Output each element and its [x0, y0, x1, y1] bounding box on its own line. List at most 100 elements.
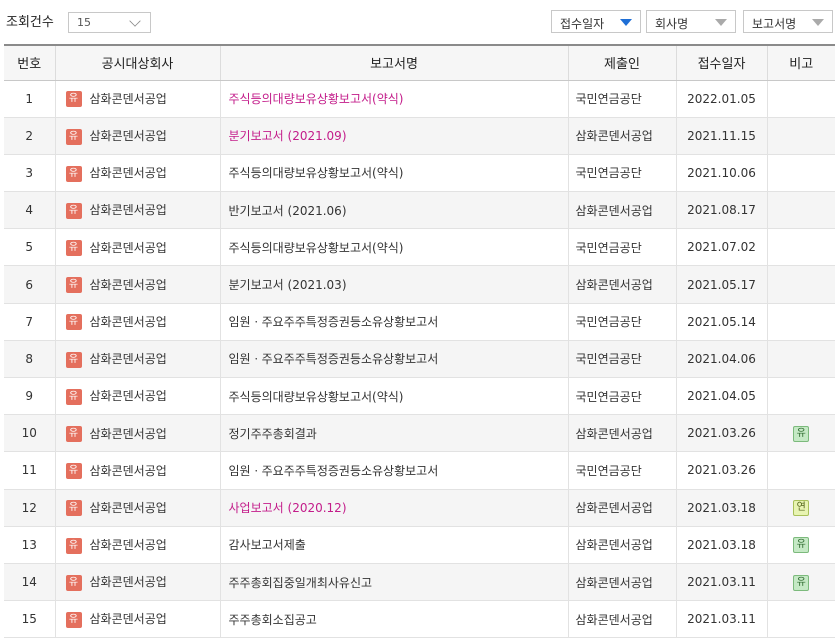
market-badge: 유 [65, 351, 82, 368]
market-badge: 유 [65, 240, 82, 257]
report-cell: 반기보고서 (2021.06) [219, 191, 568, 230]
market-badge: 유 [65, 574, 82, 591]
company-link[interactable]: 삼화콘덴서공업 [90, 464, 167, 478]
sort-company-name-label: 회사명 [655, 17, 689, 31]
report-link[interactable]: 주식등의대량보유상황보고서(약식) [229, 390, 404, 404]
market-badge: 유 [65, 537, 82, 554]
receipt-date: 2021.03.26 [675, 451, 767, 490]
receipt-date: 2021.04.05 [675, 377, 767, 416]
header-report[interactable]: 보고서명 [219, 44, 568, 81]
count-select[interactable]: 15 [68, 12, 151, 33]
sort-report-name-label: 보고서명 [752, 17, 797, 31]
report-link[interactable]: 반기보고서 (2021.06) [229, 204, 347, 218]
company-cell: 유 삼화콘덴서공업 [54, 191, 220, 230]
company-link[interactable]: 삼화콘덴서공업 [90, 278, 167, 292]
company-cell: 유 삼화콘덴서공업 [54, 489, 220, 527]
company-cell: 유 삼화콘덴서공업 [54, 265, 220, 304]
toolbar: 조회건수 15 접수일자 회사명 보고서명 [0, 0, 837, 44]
company-link[interactable]: 삼화콘덴서공업 [90, 389, 167, 403]
submitter-cell: 삼화콘덴서공업 [567, 414, 676, 453]
company-link[interactable]: 삼화콘덴서공업 [90, 501, 167, 515]
market-badge: 유 [65, 277, 82, 294]
submitter-cell: 국민연금공단 [567, 80, 676, 118]
company-cell: 유 삼화콘덴서공업 [54, 117, 220, 155]
company-link[interactable]: 삼화콘덴서공업 [90, 575, 167, 589]
table-row: 5 유 삼화콘덴서공업 주식등의대량보유상황보고서(약식) 국민연금공단 2021.07.… [4, 228, 835, 267]
note-cell [766, 117, 835, 155]
market-badge: 유 [65, 128, 82, 145]
report-link[interactable]: 분기보고서 (2021.03) [229, 278, 347, 292]
table-row: 8 유 삼화콘덴서공업 임원ㆍ주요주주특정증권등소유상황보고서 국민연금공단 2021.0… [4, 340, 835, 379]
submitter-cell: 국민연금공단 [567, 377, 676, 416]
sort-arrow-icon [812, 19, 824, 26]
report-cell: 주식등의대량보유상황보고서(약식) [219, 228, 568, 267]
receipt-date: 2021.03.26 [675, 414, 767, 453]
submitter-cell: 삼화콘덴서공업 [567, 191, 676, 230]
report-link[interactable]: 사업보고서 (2020.12) [229, 501, 347, 515]
header-no[interactable]: 번호 [4, 44, 55, 81]
report-link[interactable]: 임원ㆍ주요주주특정증권등소유상황보고서 [229, 464, 439, 478]
company-cell: 유 삼화콘덴서공업 [54, 228, 220, 267]
note-cell [766, 303, 835, 341]
company-cell: 유 삼화콘덴서공업 [54, 377, 220, 416]
company-link[interactable]: 삼화콘덴서공업 [90, 92, 167, 106]
submitter-cell: 삼화콘덴서공업 [567, 117, 676, 155]
report-link[interactable]: 주식등의대량보유상황보고서(약식) [229, 92, 404, 106]
company-cell: 유 삼화콘덴서공업 [54, 340, 220, 379]
row-number: 4 [4, 191, 55, 230]
report-cell: 주주총회소집공고 [219, 600, 568, 639]
note-cell [766, 228, 835, 267]
row-number: 7 [4, 303, 55, 341]
note-cell [766, 154, 835, 193]
note-cell [766, 600, 835, 639]
company-link[interactable]: 삼화콘덴서공업 [90, 241, 167, 255]
sort-company-name[interactable]: 회사명 [646, 10, 736, 33]
report-link[interactable]: 주식등의대량보유상황보고서(약식) [229, 241, 404, 255]
report-link[interactable]: 임원ㆍ주요주주특정증권등소유상황보고서 [229, 352, 439, 366]
report-cell: 감사보고서제출 [219, 526, 568, 564]
table-row: 12 유 삼화콘덴서공업 사업보고서 (2020.12) 삼화콘덴서공업 2021.03.… [4, 489, 835, 527]
row-number: 15 [4, 600, 55, 639]
table-row: 1 유 삼화콘덴서공업 주식등의대량보유상황보고서(약식) 국민연금공단 2022.01.… [4, 80, 835, 118]
header-submitter[interactable]: 제출인 [567, 44, 676, 81]
chevron-down-icon [129, 15, 141, 27]
header-company[interactable]: 공시대상회사 [54, 44, 220, 81]
note-badge: 유 [793, 425, 810, 442]
company-link[interactable]: 삼화콘덴서공업 [90, 352, 167, 366]
note-cell: 유 [766, 526, 835, 564]
report-link[interactable]: 주주총회소집공고 [229, 613, 317, 627]
report-link[interactable]: 정기주주총회결과 [229, 427, 317, 441]
submitter-cell: 삼화콘덴서공업 [567, 265, 676, 304]
sort-report-name[interactable]: 보고서명 [743, 10, 833, 33]
market-badge: 유 [65, 202, 82, 219]
company-cell: 유 삼화콘덴서공업 [54, 154, 220, 193]
receipt-date: 2021.05.17 [675, 265, 767, 304]
company-link[interactable]: 삼화콘덴서공업 [90, 203, 167, 217]
company-link[interactable]: 삼화콘덴서공업 [90, 538, 167, 552]
note-cell: 유 [766, 563, 835, 602]
report-link[interactable]: 임원ㆍ주요주주특정증권등소유상황보고서 [229, 315, 439, 329]
report-link[interactable]: 주식등의대량보유상황보고서(약식) [229, 166, 404, 180]
market-badge: 유 [65, 500, 82, 517]
market-badge: 유 [65, 165, 82, 182]
header-date[interactable]: 접수일자 [675, 44, 767, 81]
company-link[interactable]: 삼화콘덴서공업 [90, 612, 167, 626]
company-link[interactable]: 삼화콘덴서공업 [90, 315, 167, 329]
sort-receipt-date[interactable]: 접수일자 [551, 10, 641, 33]
company-link[interactable]: 삼화콘덴서공업 [90, 427, 167, 441]
report-cell: 분기보고서 (2021.03) [219, 265, 568, 304]
table-row: 4 유 삼화콘덴서공업 반기보고서 (2021.06) 삼화콘덴서공업 2021.08.1… [4, 191, 835, 230]
table-row: 15 유 삼화콘덴서공업 주주총회소집공고 삼화콘덴서공업 2021.03.11 [4, 600, 835, 639]
table-row: 14 유 삼화콘덴서공업 주주총회집중일개최사유신고 삼화콘덴서공업 2021.03.11… [4, 563, 835, 602]
report-link[interactable]: 주주총회집중일개최사유신고 [229, 576, 373, 590]
company-cell: 유 삼화콘덴서공업 [54, 526, 220, 564]
sort-arrow-icon [620, 19, 632, 26]
report-link[interactable]: 감사보고서제출 [229, 538, 306, 552]
report-link[interactable]: 분기보고서 (2021.09) [229, 129, 347, 143]
note-cell [766, 265, 835, 304]
company-link[interactable]: 삼화콘덴서공업 [90, 129, 167, 143]
report-cell: 분기보고서 (2021.09) [219, 117, 568, 155]
submitter-cell: 삼화콘덴서공업 [567, 489, 676, 527]
company-link[interactable]: 삼화콘덴서공업 [90, 166, 167, 180]
market-badge: 유 [65, 314, 82, 331]
